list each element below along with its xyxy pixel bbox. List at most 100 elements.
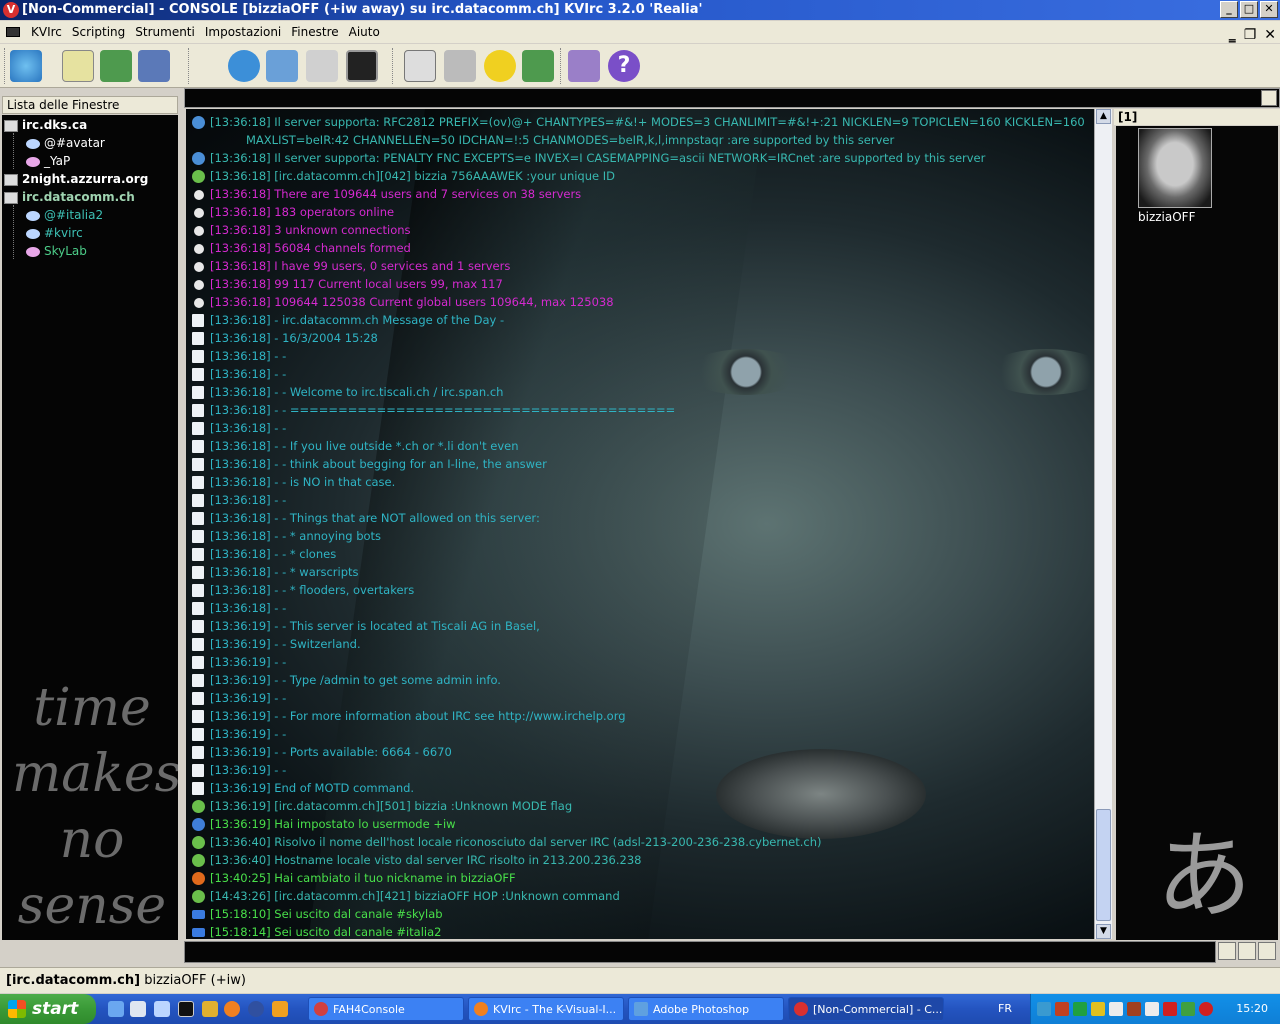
console-output[interactable]: [13:36:18] Il server supporta: RFC2812 P… xyxy=(186,109,1094,939)
tree-channel-avatar[interactable]: @#avatar xyxy=(26,134,105,152)
window-list-header[interactable]: Lista delle Finestre xyxy=(2,96,178,114)
mdi-restore-icon[interactable]: ❐ xyxy=(1244,24,1257,46)
topic-bar[interactable] xyxy=(184,88,1280,108)
close-button[interactable]: ✕ xyxy=(1260,1,1278,18)
theater-masks-icon[interactable] xyxy=(444,50,476,82)
toolbar-grip[interactable] xyxy=(4,48,7,84)
tray-notes-icon[interactable] xyxy=(1109,1002,1123,1016)
scroll-up-arrow-icon[interactable]: ▲ xyxy=(1096,109,1111,124)
identity-icon[interactable] xyxy=(266,50,298,82)
console-line-text: [13:36:18] - - Things that are NOT allow… xyxy=(210,511,540,525)
channel-bubble-icon xyxy=(26,138,40,149)
console-line-text: [13:36:18] - - xyxy=(210,367,287,381)
console-line: [13:36:18] - - is NO in that case. xyxy=(190,473,1090,491)
minimize-button[interactable]: _ xyxy=(1220,1,1238,18)
multiline-toggle-icon[interactable] xyxy=(1218,942,1236,960)
topic-toggle-button[interactable] xyxy=(1261,90,1277,106)
quicklaunch-firefox-icon[interactable] xyxy=(224,1001,240,1017)
menu-strumenti[interactable]: Strumenti xyxy=(130,21,200,43)
tray-fah-icon[interactable] xyxy=(1127,1002,1141,1016)
console-line-text: [13:36:19] End of MOTD command. xyxy=(210,781,415,795)
tree-channel-kvirc[interactable]: #kvirc xyxy=(26,224,83,242)
console-line-text: [13:36:18] - - is NO in that case. xyxy=(210,475,396,489)
user-nick[interactable]: bizziaOFF xyxy=(1138,210,1196,224)
avatar[interactable] xyxy=(1138,128,1212,208)
menu-kvirc[interactable]: KVIrc xyxy=(26,21,67,43)
tray-volume-icon[interactable] xyxy=(1181,1002,1195,1016)
art-word: makes xyxy=(12,744,178,804)
toolbar-separator xyxy=(392,48,395,84)
tree-server-irc-dks-ca[interactable]: irc.dks.ca xyxy=(4,116,87,134)
console-line: [13:36:40] Risolvo il nome dell'host loc… xyxy=(190,833,1090,851)
console-line: [13:36:19] - - xyxy=(190,761,1090,779)
quicklaunch-mail-icon[interactable] xyxy=(202,1001,218,1017)
taskbar-button-kvirc-console[interactable]: [Non-Commercial] - C... xyxy=(788,997,944,1021)
scroll-thumb[interactable] xyxy=(1096,809,1111,921)
console-line-text: [13:36:18] - - * annoying bots xyxy=(210,529,382,543)
console-scrollbar[interactable]: ▲ ▼ xyxy=(1094,109,1112,939)
new-window-icon[interactable] xyxy=(62,50,94,82)
taskbar-button-photoshop[interactable]: Adobe Photoshop xyxy=(628,997,784,1021)
maximize-button[interactable]: □ xyxy=(1240,1,1258,18)
tree-query-skylab[interactable]: SkyLab xyxy=(26,242,87,260)
console-line-text: [13:36:18] There are 109644 users and 7 … xyxy=(210,187,582,201)
message-info-icon xyxy=(192,116,205,129)
console-line: [13:36:19] End of MOTD command. xyxy=(190,779,1090,797)
tray-antivirus-icon[interactable] xyxy=(1163,1002,1177,1016)
quicklaunch-explorer-icon[interactable] xyxy=(130,1001,146,1017)
connect-globe-icon[interactable] xyxy=(10,50,42,82)
emoticon-icon[interactable] xyxy=(1238,942,1256,960)
terminal-icon[interactable] xyxy=(346,50,378,82)
tree-server-2night-azzurra[interactable]: 2night.azzurra.org xyxy=(4,170,148,188)
home-icon[interactable] xyxy=(568,50,600,82)
command-input-bar[interactable] xyxy=(184,941,1216,963)
scroll-down-arrow-icon[interactable]: ▼ xyxy=(1096,924,1111,939)
message-doc-icon xyxy=(192,746,204,759)
menu-aiuto[interactable]: Aiuto xyxy=(344,21,385,43)
tray-app-icon[interactable] xyxy=(1055,1002,1069,1016)
quicklaunch-console-icon[interactable] xyxy=(178,1001,194,1017)
start-button[interactable]: start xyxy=(0,994,96,1024)
command-input[interactable] xyxy=(185,943,1215,963)
menu-impostazioni[interactable]: Impostazioni xyxy=(200,21,286,43)
tree-channel-italia2[interactable]: @#italia2 xyxy=(26,206,103,224)
console-line: [13:36:19] - - This server is located at… xyxy=(190,617,1090,635)
tray-zonealarm-icon[interactable] xyxy=(1091,1002,1105,1016)
userlist-count: [1] xyxy=(1118,110,1138,124)
tray-monitor-icon[interactable] xyxy=(1073,1002,1087,1016)
tray-network-icon[interactable] xyxy=(1037,1002,1051,1016)
channel-list-icon[interactable] xyxy=(100,50,132,82)
message-dot-icon xyxy=(194,298,204,308)
theme-icon[interactable] xyxy=(138,50,170,82)
language-indicator[interactable]: FR xyxy=(998,994,1012,1024)
options-gear-icon[interactable] xyxy=(228,50,260,82)
quicklaunch-ie-icon[interactable] xyxy=(108,1001,124,1017)
taskbar-button-fah4console[interactable]: FAH4Console xyxy=(308,997,464,1021)
history-icon[interactable] xyxy=(1258,942,1276,960)
mdi-minimize-icon[interactable]: ‗ xyxy=(1229,24,1236,46)
tree-server-irc-datacomm[interactable]: irc.datacomm.ch xyxy=(4,188,135,206)
mdi-close-icon[interactable]: ✕ xyxy=(1264,24,1276,46)
menu-scripting[interactable]: Scripting xyxy=(67,21,130,43)
tray-document-icon[interactable] xyxy=(1145,1002,1159,1016)
kvirc-app-icon[interactable]: V xyxy=(3,2,19,18)
title-bar[interactable]: V [Non-Commercial] - CONSOLE [bizziaOFF … xyxy=(0,0,1280,20)
quicklaunch-browser-icon[interactable] xyxy=(248,1001,264,1017)
tools-wrench-icon[interactable] xyxy=(306,50,338,82)
linux-tux-icon[interactable] xyxy=(484,50,516,82)
user-icon[interactable] xyxy=(522,50,554,82)
input-buttons xyxy=(1218,942,1276,960)
quicklaunch-desktop-icon[interactable] xyxy=(154,1001,170,1017)
user-list[interactable]: bizziaOFF あ xyxy=(1116,126,1278,940)
message-doc-icon xyxy=(192,332,204,345)
tray-ati-icon[interactable] xyxy=(1199,1002,1213,1016)
console-line-text: [13:36:18] 56084 channels formed xyxy=(210,241,411,255)
system-menu-icon[interactable] xyxy=(6,27,20,37)
quicklaunch-app-icon[interactable] xyxy=(272,1001,288,1017)
help-question-icon[interactable]: ? xyxy=(608,50,640,82)
taskbar-button-kvirc-web[interactable]: KVIrc - The K-Visual-I... xyxy=(468,997,624,1021)
menu-finestre[interactable]: Finestre xyxy=(286,21,343,43)
server-list-icon[interactable] xyxy=(404,50,436,82)
taskbar-clock[interactable]: 15:20 xyxy=(1236,994,1268,1024)
tree-query-yap[interactable]: _YaP xyxy=(26,152,70,170)
